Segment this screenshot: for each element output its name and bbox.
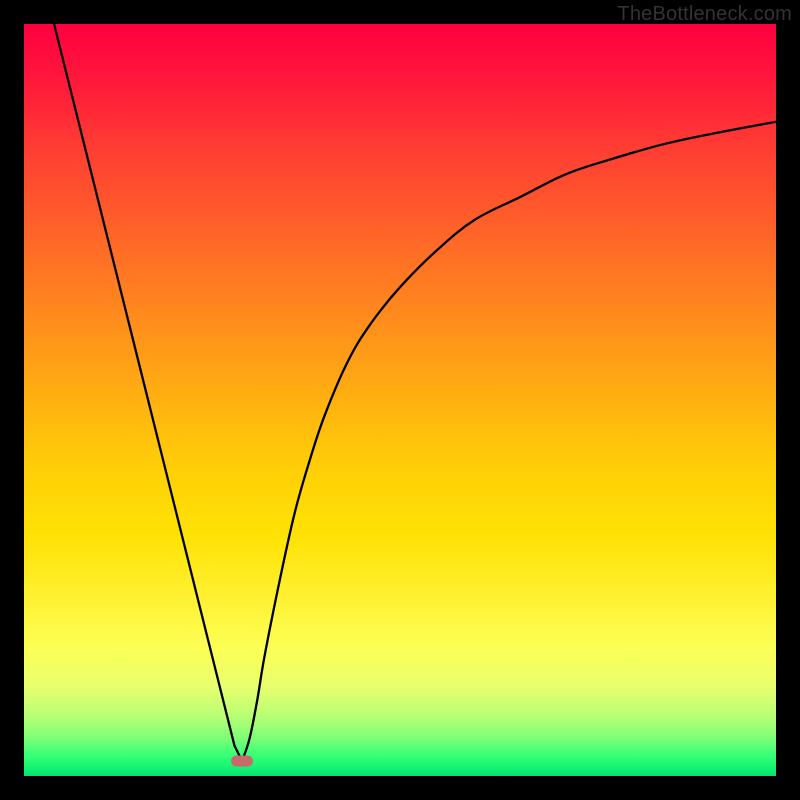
- bottleneck-curve: [24, 24, 776, 776]
- minimum-marker: [231, 755, 253, 766]
- chart-frame: TheBottleneck.com: [0, 0, 800, 800]
- plot-area: [24, 24, 776, 776]
- watermark-text: TheBottleneck.com: [617, 3, 792, 26]
